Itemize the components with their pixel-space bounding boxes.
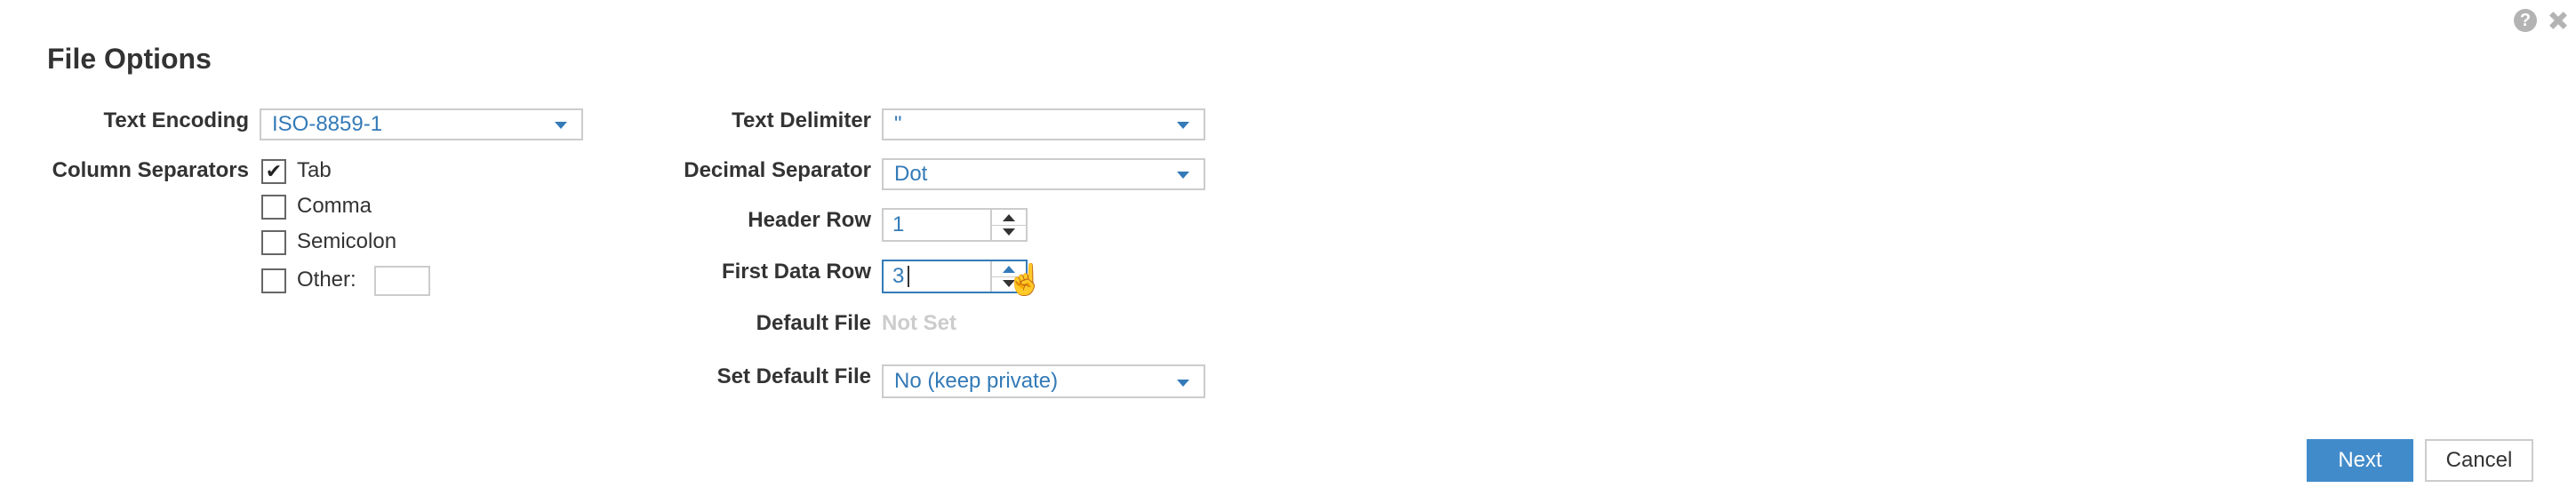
semicolon-checkbox-label: Semicolon — [297, 229, 397, 253]
close-icon[interactable] — [2548, 10, 2569, 31]
checkmark-icon: ✔ — [265, 160, 283, 182]
set-default-file-value: No (keep private) — [894, 369, 1059, 393]
first-data-row-value: 3 — [892, 264, 905, 288]
set-default-file-label: Set Default File — [716, 364, 871, 388]
default-file-value: Not Set — [882, 311, 956, 335]
decimal-separator-select[interactable]: Dot — [882, 158, 1205, 190]
pointer-hand-icon: ☝ — [1006, 263, 1044, 297]
dialog-title: File Options — [47, 43, 212, 75]
header-row-stepper-buttons — [990, 210, 1026, 240]
default-file-label: Default File — [756, 311, 871, 335]
tab-checkbox[interactable]: ✔ — [261, 159, 286, 184]
other-separator-input[interactable] — [374, 266, 430, 296]
decimal-separator-value: Dot — [894, 162, 928, 186]
text-encoding-value: ISO-8859-1 — [272, 112, 383, 136]
chevron-down-icon — [1177, 172, 1189, 179]
header-row-value: 1 — [892, 212, 905, 236]
dialog-controls: ? — [2514, 9, 2569, 32]
other-checkbox-label: Other: — [297, 268, 356, 292]
comma-checkbox-label: Comma — [297, 194, 372, 218]
tab-checkbox-label: Tab — [297, 158, 332, 182]
cancel-button[interactable]: Cancel — [2425, 439, 2533, 482]
first-data-row-label: First Data Row — [721, 260, 871, 284]
decrement-arrow-icon[interactable] — [992, 225, 1026, 240]
chevron-down-icon — [1177, 380, 1189, 387]
semicolon-checkbox[interactable] — [261, 230, 286, 255]
set-default-file-select[interactable]: No (keep private) — [882, 364, 1205, 398]
increment-arrow-icon[interactable] — [992, 210, 1026, 226]
text-cursor — [908, 266, 909, 287]
other-checkbox[interactable] — [261, 268, 286, 293]
header-row-stepper[interactable]: 1 — [882, 208, 1028, 242]
comma-checkbox[interactable] — [261, 195, 286, 220]
text-delimiter-label: Text Delimiter — [732, 108, 871, 132]
column-separators-label: Column Separators — [52, 158, 249, 182]
text-encoding-select[interactable]: ISO-8859-1 — [260, 108, 583, 140]
next-button[interactable]: Next — [2307, 439, 2413, 482]
chevron-down-icon — [555, 122, 567, 129]
text-encoding-label: Text Encoding — [103, 108, 249, 132]
header-row-label: Header Row — [748, 208, 871, 232]
decimal-separator-label: Decimal Separator — [684, 158, 871, 182]
chevron-down-icon — [1177, 122, 1189, 129]
help-icon[interactable]: ? — [2514, 9, 2537, 32]
text-delimiter-value: " — [894, 112, 902, 136]
text-delimiter-select[interactable]: " — [882, 108, 1205, 140]
